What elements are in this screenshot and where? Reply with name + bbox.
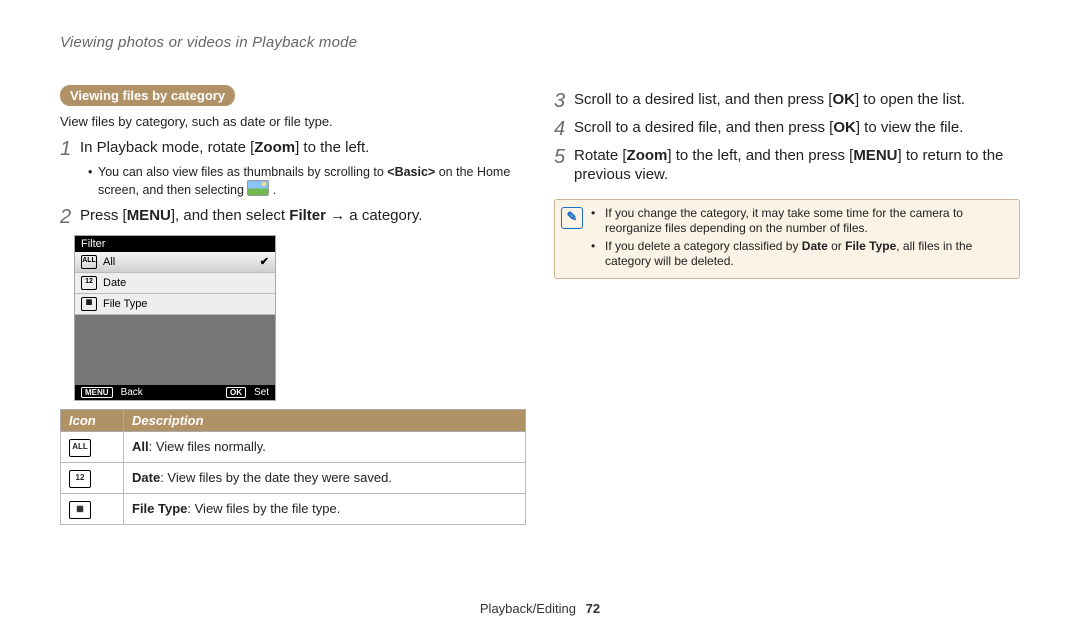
landscape-thumbnail-icon	[247, 180, 269, 196]
text-fragment: ] to the left.	[295, 139, 369, 156]
page-footer: Playback/Editing 72	[0, 601, 1080, 616]
step-number: 3	[554, 90, 574, 112]
step-5: 5 Rotate [Zoom] to the left, and then pr…	[554, 147, 1020, 185]
right-column: 3 Scroll to a desired list, and then pre…	[554, 85, 1020, 525]
note-list: •If you change the category, it may take…	[591, 206, 1009, 272]
text-fragment: Scroll to a desired file, and then press…	[574, 119, 833, 136]
screen-title: Filter	[75, 236, 275, 252]
row-text: : View files normally.	[149, 439, 266, 454]
all-icon: ALL	[81, 255, 97, 269]
text-fragment: Press [	[80, 207, 127, 224]
keyword-filetype: File Type	[845, 239, 896, 253]
text-fragment: ] to open the list.	[855, 91, 965, 108]
footer-section: Playback/Editing	[480, 601, 576, 616]
content-columns: Viewing files by category View files by …	[60, 85, 1020, 525]
date-icon: 12	[81, 276, 97, 290]
row-key: File Type	[132, 501, 187, 516]
step-text: Scroll to a desired list, and then press…	[574, 91, 965, 110]
screen-row-date: 12 Date	[75, 273, 275, 294]
keyword-zoom: Zoom	[627, 147, 668, 164]
bullet-dot: •	[88, 164, 98, 180]
row-text: : View files by the file type.	[187, 501, 340, 516]
step-number: 5	[554, 146, 574, 168]
step-1: 1 In Playback mode, rotate [Zoom] to the…	[60, 139, 526, 161]
note-text: If you change the category, it may take …	[605, 206, 1009, 236]
left-column: Viewing files by category View files by …	[60, 85, 526, 525]
step-text: Rotate [Zoom] to the left, and then pres…	[574, 147, 1020, 185]
date-icon: 12	[69, 470, 91, 488]
row-label: All	[103, 256, 115, 268]
step-number: 4	[554, 118, 574, 140]
step-text: Press [MENU], and then select Filter → a…	[80, 207, 422, 226]
keyword-basic: <Basic>	[387, 165, 435, 179]
screen-empty-area	[75, 315, 275, 385]
section-description: View files by category, such as date or …	[60, 114, 526, 129]
menu-keycap: MENU	[853, 147, 897, 166]
row-label: Date	[103, 277, 126, 289]
note-box: ✎ •If you change the category, it may ta…	[554, 199, 1020, 279]
footer-page-number: 72	[586, 601, 600, 616]
table-row: 12 Date: View files by the date they wer…	[61, 462, 526, 493]
keyword-zoom: Zoom	[254, 139, 295, 156]
check-icon: ✔	[260, 255, 269, 268]
step-4: 4 Scroll to a desired file, and then pre…	[554, 119, 1020, 141]
text-fragment: In Playback mode, rotate [	[80, 139, 254, 156]
menu-keycap: MENU	[127, 207, 171, 226]
page: Viewing photos or videos in Playback mod…	[0, 0, 1080, 630]
screen-footer: MENU Back OK Set	[75, 385, 275, 400]
step-3: 3 Scroll to a desired list, and then pre…	[554, 91, 1020, 113]
text-fragment: ], and then select	[171, 207, 289, 224]
page-title: Viewing photos or videos in Playback mod…	[60, 34, 1020, 51]
ok-keycap: OK	[832, 91, 855, 110]
text-fragment: or	[828, 239, 845, 253]
row-text: : View files by the date they were saved…	[160, 470, 392, 485]
all-icon: ALL	[69, 439, 91, 457]
step-number: 2	[60, 206, 80, 228]
table-row: ALL All: View files normally.	[61, 431, 526, 462]
camera-screen-mock: Filter ALL All ✔ 12 Date ▦ File Type MEN…	[74, 235, 276, 401]
screen-row-all: ALL All ✔	[75, 252, 275, 273]
th-description: Description	[124, 409, 526, 431]
step-1-note: • You can also view files as thumbnails …	[88, 164, 526, 199]
note-item: • If you delete a category classified by…	[591, 239, 1009, 269]
text-fragment: → a category.	[326, 207, 422, 224]
text-fragment: ] to view the file.	[856, 119, 964, 136]
note-icon: ✎	[561, 207, 583, 229]
menu-button-label: MENU	[81, 387, 113, 398]
set-label: Set	[254, 387, 269, 398]
icon-description-table: Icon Description ALL All: View files nor…	[60, 409, 526, 525]
text-fragment: Scroll to a desired list, and then press…	[574, 91, 832, 108]
keyword-filter: Filter	[289, 207, 326, 224]
keyword-date: Date	[802, 239, 828, 253]
th-icon: Icon	[61, 409, 124, 431]
row-key: All	[132, 439, 149, 454]
section-heading-pill: Viewing files by category	[60, 85, 235, 106]
step-text: Scroll to a desired file, and then press…	[574, 119, 963, 138]
note-text: If you delete a category classified by D…	[605, 239, 1009, 269]
note-item: •If you change the category, it may take…	[591, 206, 1009, 236]
step-2: 2 Press [MENU], and then select Filter →…	[60, 207, 526, 229]
filetype-icon: ▦	[81, 297, 97, 311]
step-text: In Playback mode, rotate [Zoom] to the l…	[80, 139, 369, 158]
ok-button-label: OK	[226, 387, 246, 398]
back-label: Back	[121, 387, 143, 398]
row-key: Date	[132, 470, 160, 485]
text-fragment: ] to the left, and then press [	[667, 147, 853, 164]
text-fragment: Rotate [	[574, 147, 627, 164]
table-row: ▦ File Type: View files by the file type…	[61, 493, 526, 524]
step-number: 1	[60, 138, 80, 160]
screen-row-filetype: ▦ File Type	[75, 294, 275, 315]
text-fragment: You can also view files as thumbnails by…	[98, 165, 387, 179]
text-fragment: You can also view files as thumbnails by…	[98, 164, 526, 199]
ok-keycap: OK	[833, 119, 856, 138]
filetype-icon: ▦	[69, 501, 91, 519]
row-label: File Type	[103, 298, 147, 310]
text-fragment: If you delete a category classified by	[605, 239, 802, 253]
